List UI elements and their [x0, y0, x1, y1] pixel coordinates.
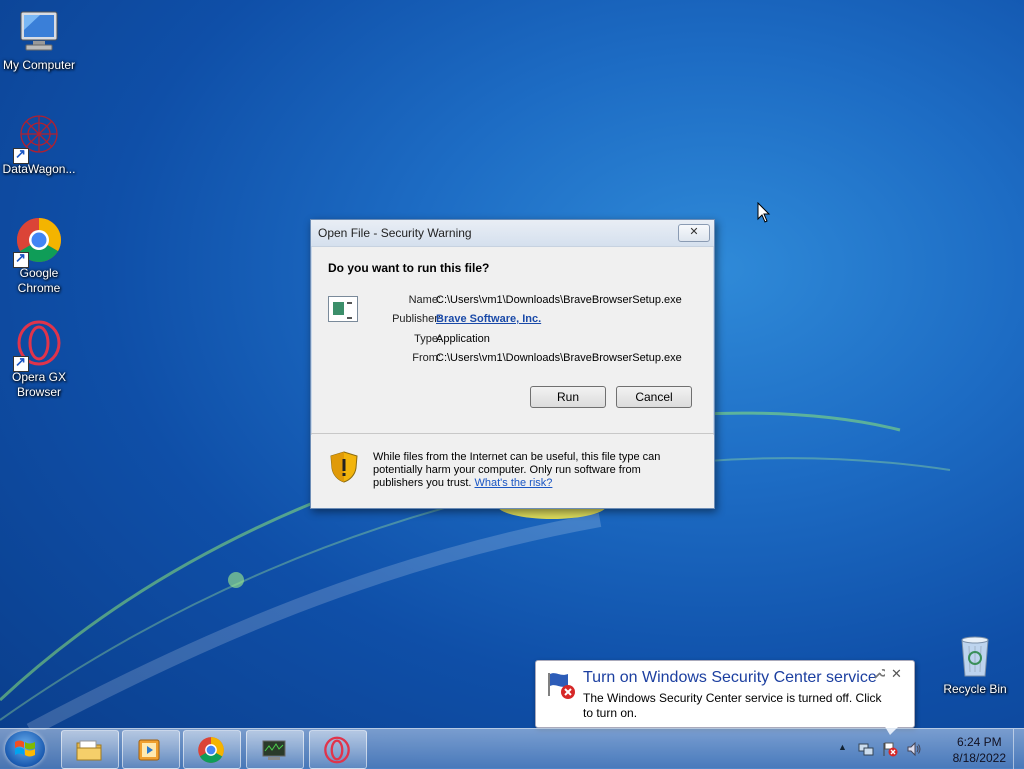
- warning-area: While files from the Internet can be use…: [311, 435, 714, 508]
- property-from-row: From: C:\Users\vm1\Downloads\BraveBrowse…: [351, 352, 701, 367]
- desktop-icon-opera-gx[interactable]: Opera GX Browser: [0, 320, 81, 400]
- label-line: Opera GX: [11, 370, 67, 384]
- warning-text: While files from the Internet can be use…: [373, 451, 693, 490]
- whats-the-risk-link[interactable]: What's the risk?: [475, 477, 553, 489]
- divider: [311, 433, 714, 434]
- show-hidden-icons-button[interactable]: ▲: [838, 742, 847, 752]
- opera-gx-icon: [323, 736, 351, 764]
- property-type-row: Type: Application: [351, 333, 701, 348]
- shortcut-arrow-icon: [13, 146, 29, 164]
- dialog-question: Do you want to run this file?: [328, 261, 490, 275]
- start-button[interactable]: [5, 731, 45, 767]
- property-publisher-row: Publisher: Brave Software, Inc.: [351, 313, 701, 328]
- clock-time: 6:24 PM: [956, 735, 1002, 749]
- balloon-text: The Windows Security Center service is t…: [583, 691, 882, 720]
- run-button[interactable]: Run: [530, 386, 606, 408]
- security-warning-dialog: Open File - Security Warning ✕ Do you wa…: [310, 219, 715, 509]
- desktop-icon-recycle-bin[interactable]: Recycle Bin: [933, 632, 1017, 697]
- desktop-icon-label: Google Chrome: [0, 266, 81, 296]
- volume-icon[interactable]: [906, 741, 922, 760]
- property-name-row: Name: C:\Users\vm1\Downloads\BraveBrowse…: [351, 294, 701, 309]
- desktop-icon-label: Opera GX Browser: [0, 370, 81, 400]
- taskbar-chrome[interactable]: [183, 730, 241, 769]
- chrome-icon: [13, 216, 63, 268]
- cancel-button[interactable]: Cancel: [616, 386, 692, 408]
- action-center-flag-icon: [546, 670, 576, 700]
- publisher-link[interactable]: Brave Software, Inc.: [436, 313, 541, 325]
- dialog-title: Open File - Security Warning: [318, 226, 472, 240]
- taskbar-explorer[interactable]: [61, 730, 119, 769]
- label-line: Google: [19, 266, 59, 280]
- wrench-icon[interactable]: [873, 668, 887, 683]
- warning-shield-icon: [330, 451, 358, 483]
- clock[interactable]: 6:24 PM 8/18/2022: [953, 734, 1006, 766]
- action-center-alert-icon[interactable]: [882, 741, 898, 760]
- label-line: Chrome: [17, 281, 61, 295]
- show-desktop-button[interactable]: [1013, 729, 1024, 769]
- media-player-icon: [136, 736, 164, 764]
- publisher-label: Publisher:: [392, 313, 441, 325]
- desktop-icon-my-computer[interactable]: My Computer: [0, 8, 81, 73]
- taskbar-media-player[interactable]: [122, 730, 180, 769]
- desktop-icon-label: My Computer: [2, 58, 76, 72]
- opera-gx-icon: [13, 320, 63, 372]
- mouse-cursor-icon: [757, 202, 771, 223]
- chrome-icon: [197, 736, 225, 764]
- clock-date: 8/18/2022: [952, 751, 1006, 765]
- monitor-app-icon: [260, 736, 288, 764]
- balloon-close-button[interactable]: ✕: [891, 666, 902, 682]
- desktop-icon-datawagon[interactable]: DataWagon...: [0, 112, 81, 177]
- taskbar-task-manager[interactable]: [246, 730, 304, 769]
- windows-logo-icon: [15, 740, 35, 757]
- shortcut-arrow-icon: [13, 250, 29, 268]
- computer-icon: [15, 8, 63, 56]
- system-tray: ▲ 6:24 PM 8/18/2022: [834, 729, 1024, 769]
- desktop-icon-label: DataWagon...: [2, 162, 76, 176]
- security-center-balloon[interactable]: Turn on Windows Security Center service …: [535, 660, 915, 735]
- balloon-title: Turn on Windows Security Center service: [583, 669, 877, 686]
- network-icon[interactable]: [858, 741, 874, 760]
- label-line: Browser: [16, 385, 61, 399]
- desktop-icon-google-chrome[interactable]: Google Chrome: [0, 216, 81, 296]
- taskbar: ▲ 6:24 PM 8/18/2022: [0, 728, 1024, 769]
- desktop-icon-label: Recycle Bin: [943, 682, 1007, 696]
- recycle-bin-icon: [951, 632, 999, 680]
- folder-icon: [75, 736, 103, 764]
- from-value: C:\Users\vm1\Downloads\BraveBrowserSetup…: [436, 352, 682, 364]
- close-button[interactable]: ✕: [678, 224, 710, 242]
- taskbar-opera-gx[interactable]: [309, 730, 367, 769]
- datawagon-icon: [13, 112, 63, 164]
- type-value: Application: [436, 333, 490, 345]
- shortcut-arrow-icon: [13, 354, 29, 372]
- name-value: C:\Users\vm1\Downloads\BraveBrowserSetup…: [436, 294, 682, 306]
- dialog-titlebar[interactable]: Open File - Security Warning ✕: [311, 220, 714, 247]
